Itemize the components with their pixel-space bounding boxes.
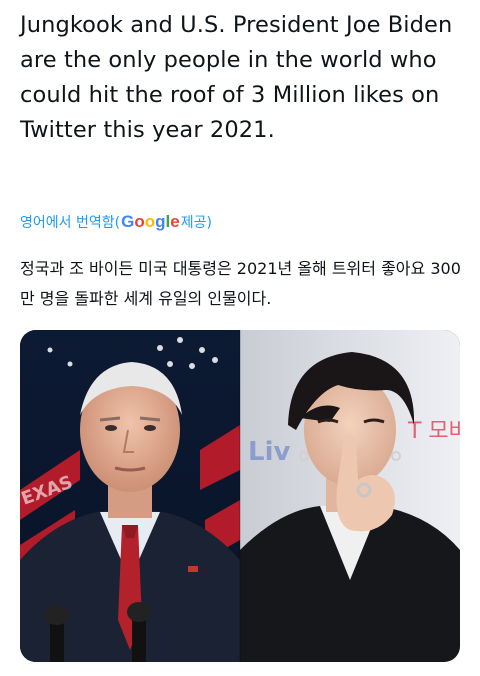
translation-attribution[interactable]: 영어에서 번역함( Google 제공) [20, 212, 212, 232]
tweet-text: Jungkook and U.S. President Joe Biden ar… [20, 12, 453, 143]
photo-right-sign-b: T 모바 [407, 419, 460, 444]
tweet-media[interactable]: EXAS Liv T 모바 [20, 330, 460, 662]
photo-left: EXAS [20, 330, 240, 662]
photo-right: Liv T 모바 [240, 330, 460, 662]
translated-text: 정국과 조 바이든 미국 대통령은 2021년 올해 트위터 좋아요 300만 … [20, 259, 461, 308]
photo-right-sign-a: Liv [248, 437, 290, 467]
translate-suffix: 제공) [180, 215, 212, 231]
google-logo: Google [121, 212, 180, 231]
translate-prefix: 영어에서 번역함( [20, 215, 121, 231]
